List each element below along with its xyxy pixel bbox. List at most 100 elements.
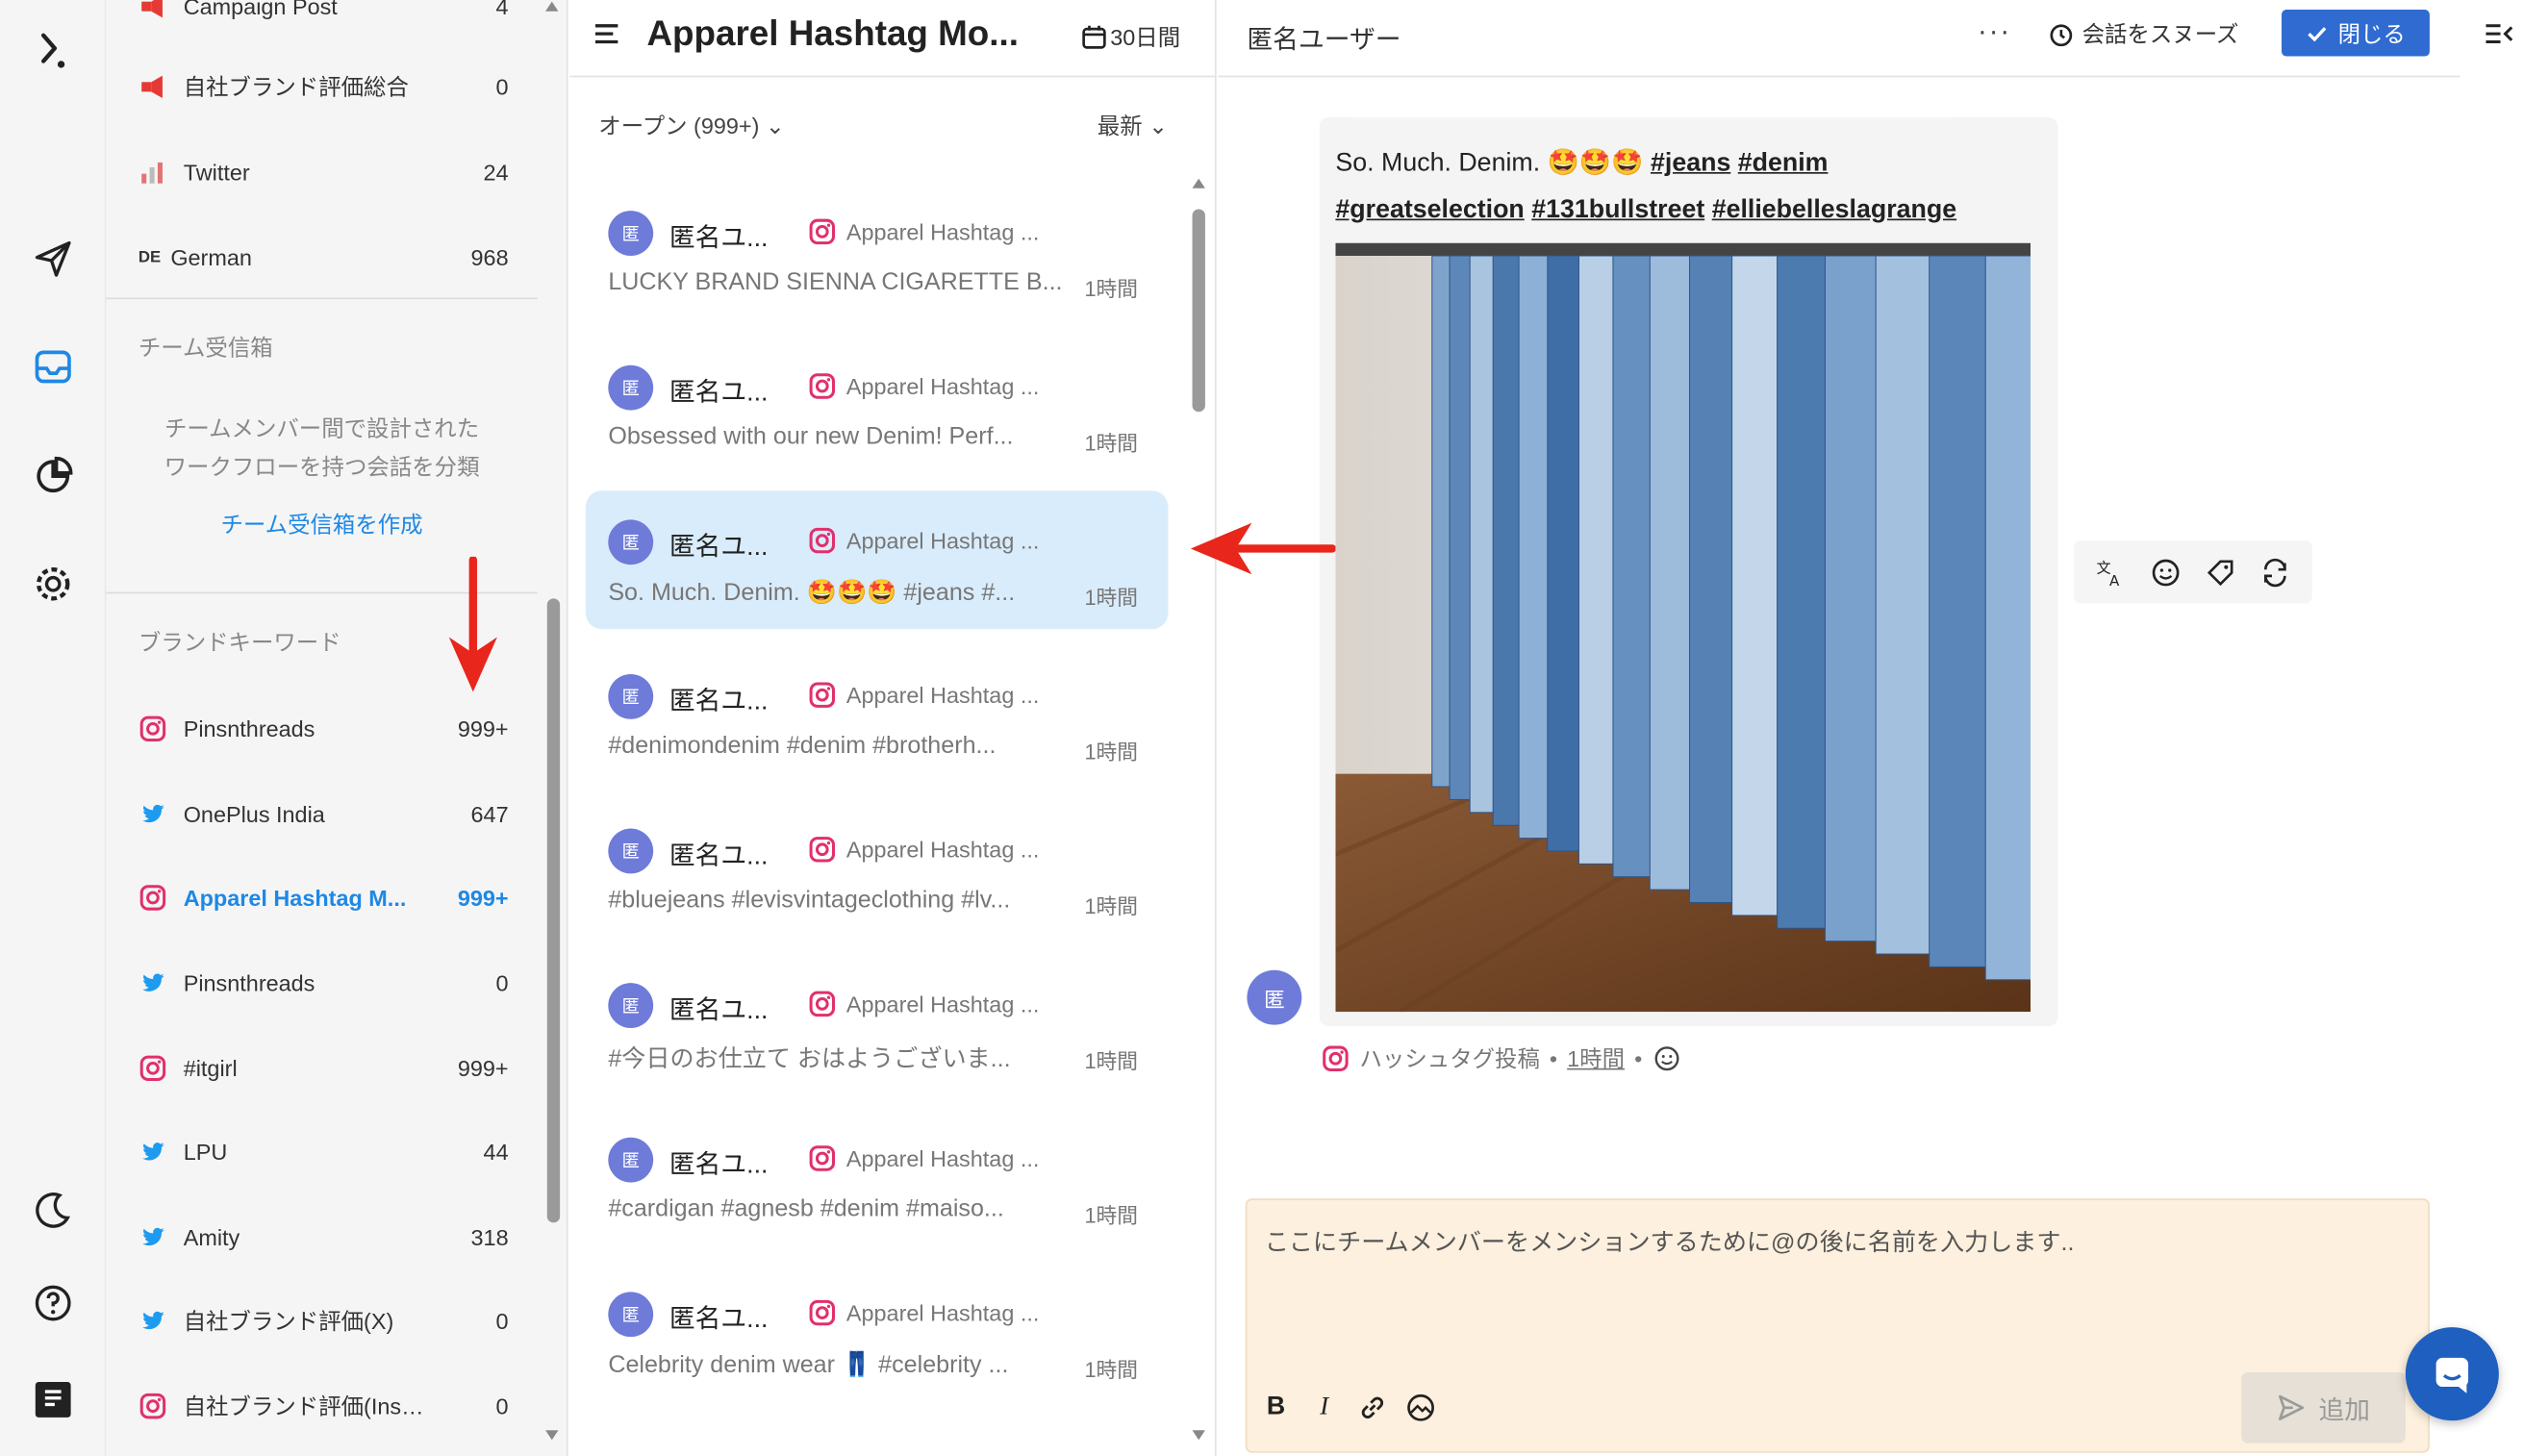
sidebar-item-brand[interactable]: Amity 318: [139, 1213, 509, 1261]
dark-mode-icon[interactable]: [27, 1184, 79, 1236]
conversation-snippet: #cardigan #agnesb #denim #maiso...: [608, 1194, 1004, 1223]
logo-icon[interactable]: [27, 26, 79, 78]
megaphone-icon: [141, 0, 163, 18]
status-filter-label: オープン (999+): [598, 113, 760, 138]
hashtag[interactable]: #denim: [1738, 150, 1829, 177]
reports-icon[interactable]: [27, 450, 79, 502]
conversation-item[interactable]: 匿匿名ユ... Apparel Hashtag ... #今日のお仕立て おはようご…: [586, 954, 1169, 1092]
sidebar-item-count: 44: [483, 1139, 509, 1166]
instagram-icon: [139, 885, 166, 911]
sidebar-item-count: 0: [495, 73, 509, 100]
italic-icon[interactable]: I: [1308, 1390, 1340, 1425]
conversation-source: Apparel Hashtag ...: [808, 681, 1040, 710]
instagram-icon: [139, 1393, 166, 1419]
sentiment-icon[interactable]: [2259, 556, 2291, 588]
sidebar-item-label: #itgirl: [183, 1055, 238, 1082]
conversation-item[interactable]: 匿匿名ユ... Apparel Hashtag ... #cardigan #agn…: [586, 1109, 1169, 1247]
twitter-icon: [142, 1227, 164, 1246]
close-label: 閉じる: [2337, 19, 2406, 46]
snooze-label: 会話をスヌーズ: [2081, 20, 2239, 47]
sidebar-item-brand[interactable]: 自社ブランド評価(Instagr... 0: [139, 1382, 509, 1430]
language-code: DE: [138, 248, 162, 266]
bar-chart-icon: [141, 162, 163, 184]
help-icon[interactable]: [27, 1277, 79, 1329]
hashtag[interactable]: #131bullstreet: [1531, 196, 1704, 223]
sidebar-scroll-thumb[interactable]: [546, 598, 561, 1223]
date-range-button[interactable]: 30日間: [1081, 21, 1180, 53]
section-title: チーム受信箱: [138, 334, 273, 361]
send-icon[interactable]: [27, 234, 79, 286]
sidebar-item[interactable]: 自社ブランド評価総合 0: [139, 63, 509, 111]
conversation-item[interactable]: 匿匿名ユ... Apparel Hashtag ... Celebrity deni…: [586, 1263, 1169, 1401]
conversation-snippet: #bluejeans #levisvintageclothing #lv...: [608, 886, 1011, 915]
message-time-link[interactable]: 1時間: [1567, 1042, 1625, 1074]
chat-icon: [2435, 1357, 2469, 1393]
sort-dropdown[interactable]: 最新 ⌄: [1098, 110, 1168, 141]
instagram-icon: [809, 837, 836, 863]
hashtag[interactable]: #elliebelleslagrange: [1712, 196, 1956, 223]
avatar: 匿: [608, 673, 654, 719]
conversation-item[interactable]: 匿匿名ユ... Apparel Hashtag ... #bluejeans #le…: [586, 799, 1169, 938]
conversation-item[interactable]: 匿匿名ユ... Apparel Hashtag ... So. Much. Deni…: [585, 490, 1169, 630]
separator-dot: •: [1634, 1045, 1643, 1072]
conversation-author: 匿名ユ...: [669, 1151, 769, 1180]
avatar: 匿: [1247, 969, 1302, 1025]
sidebar-item-count: 0: [495, 969, 509, 996]
sidebar-item[interactable]: Campaign Post 4: [139, 0, 509, 31]
conversation-snippet: LUCKY BRAND SIENNA CIGARETTE B...: [608, 268, 1063, 296]
sentiment-neutral-icon[interactable]: [1652, 1044, 1680, 1073]
source-label: Apparel Hashtag ...: [845, 682, 1040, 709]
sidebar-item-brand[interactable]: Apparel Hashtag M... 999+: [139, 873, 509, 921]
close-conversation-button[interactable]: 閉じる: [2282, 10, 2430, 57]
translate-icon[interactable]: 文A: [2095, 556, 2127, 589]
status-filter-dropdown[interactable]: オープン (999+) ⌄: [598, 110, 784, 141]
svg-text:A: A: [2109, 571, 2120, 588]
sidebar-item-brand[interactable]: #itgirl 999+: [139, 1044, 509, 1092]
emoji-icon[interactable]: [2150, 556, 2182, 588]
settings-icon[interactable]: [27, 558, 79, 610]
sort-label: 最新: [1097, 113, 1143, 138]
list-scroll-thumb[interactable]: [1192, 209, 1205, 413]
instagram-icon: [1323, 1045, 1349, 1071]
instagram-icon: [809, 1145, 836, 1171]
conversation-item[interactable]: 匿匿名ユ... Apparel Hashtag ... LUCKY BRAND SI…: [586, 182, 1169, 320]
snooze-button[interactable]: 会話をスヌーズ: [2048, 17, 2238, 49]
sidebar-item[interactable]: DE German 968: [139, 234, 509, 282]
sidebar-item-count: 4: [495, 0, 509, 20]
hashtag[interactable]: #greatselection: [1335, 196, 1524, 223]
sidebar-item-brand[interactable]: Pinsnthreads 0: [139, 959, 509, 1007]
more-options-button[interactable]: ···: [1978, 14, 2011, 48]
link-icon[interactable]: [1356, 1390, 1388, 1425]
tag-icon[interactable]: [2205, 556, 2236, 588]
news-icon[interactable]: [27, 1374, 79, 1426]
inbox-icon[interactable]: [27, 341, 79, 393]
avatar: 匿: [608, 983, 654, 1028]
conversation-time: 1時間: [1084, 894, 1139, 919]
create-team-inbox-link[interactable]: チーム受信箱を作成: [139, 509, 505, 540]
conversation-snippet: Obsessed with our new Denim! Perf...: [608, 422, 1014, 451]
reply-composer[interactable]: ここにチームメンバーをメンションするために@の後に名前を入力します.. B I …: [1245, 1198, 2430, 1453]
add-label: 追加: [2318, 1397, 2371, 1426]
bold-icon[interactable]: B: [1260, 1390, 1292, 1425]
conversation-item[interactable]: 匿匿名ユ... Apparel Hashtag ... #denimondenim …: [586, 645, 1169, 784]
sidebar-item-brand[interactable]: LPU 44: [139, 1128, 509, 1176]
sidebar-item[interactable]: Twitter 24: [139, 148, 509, 196]
support-chat-button[interactable]: [2405, 1327, 2499, 1421]
post-image[interactable]: [1335, 242, 2031, 1013]
sidebar-item-count: 968: [470, 244, 509, 271]
menu-icon[interactable]: [593, 19, 621, 48]
avatar: 匿: [608, 1292, 654, 1338]
conversation-header: 匿名ユーザー ··· 会話をスヌーズ 閉じる: [1218, 0, 2513, 78]
team-inbox-description: ワークフローを持つ会話を分類: [164, 453, 480, 480]
sidebar-item-brand[interactable]: 自社ブランド評価(X) 0: [139, 1296, 509, 1344]
avatar: 匿: [608, 364, 654, 411]
add-button[interactable]: 追加: [2241, 1371, 2406, 1443]
calendar-icon: [1082, 25, 1106, 49]
sidebar-item-brand[interactable]: Pinsnthreads 999+: [139, 705, 509, 753]
side-panel-icon[interactable]: [2483, 19, 2514, 48]
conversation-item[interactable]: 匿匿名ユ... Apparel Hashtag ... Obsessed with …: [586, 337, 1169, 475]
hashtag[interactable]: #jeans: [1651, 150, 1730, 177]
sidebar-item-label: Amity: [183, 1224, 240, 1250]
image-icon[interactable]: [1404, 1390, 1436, 1425]
sidebar-item-brand[interactable]: OnePlus India 647: [139, 790, 509, 838]
